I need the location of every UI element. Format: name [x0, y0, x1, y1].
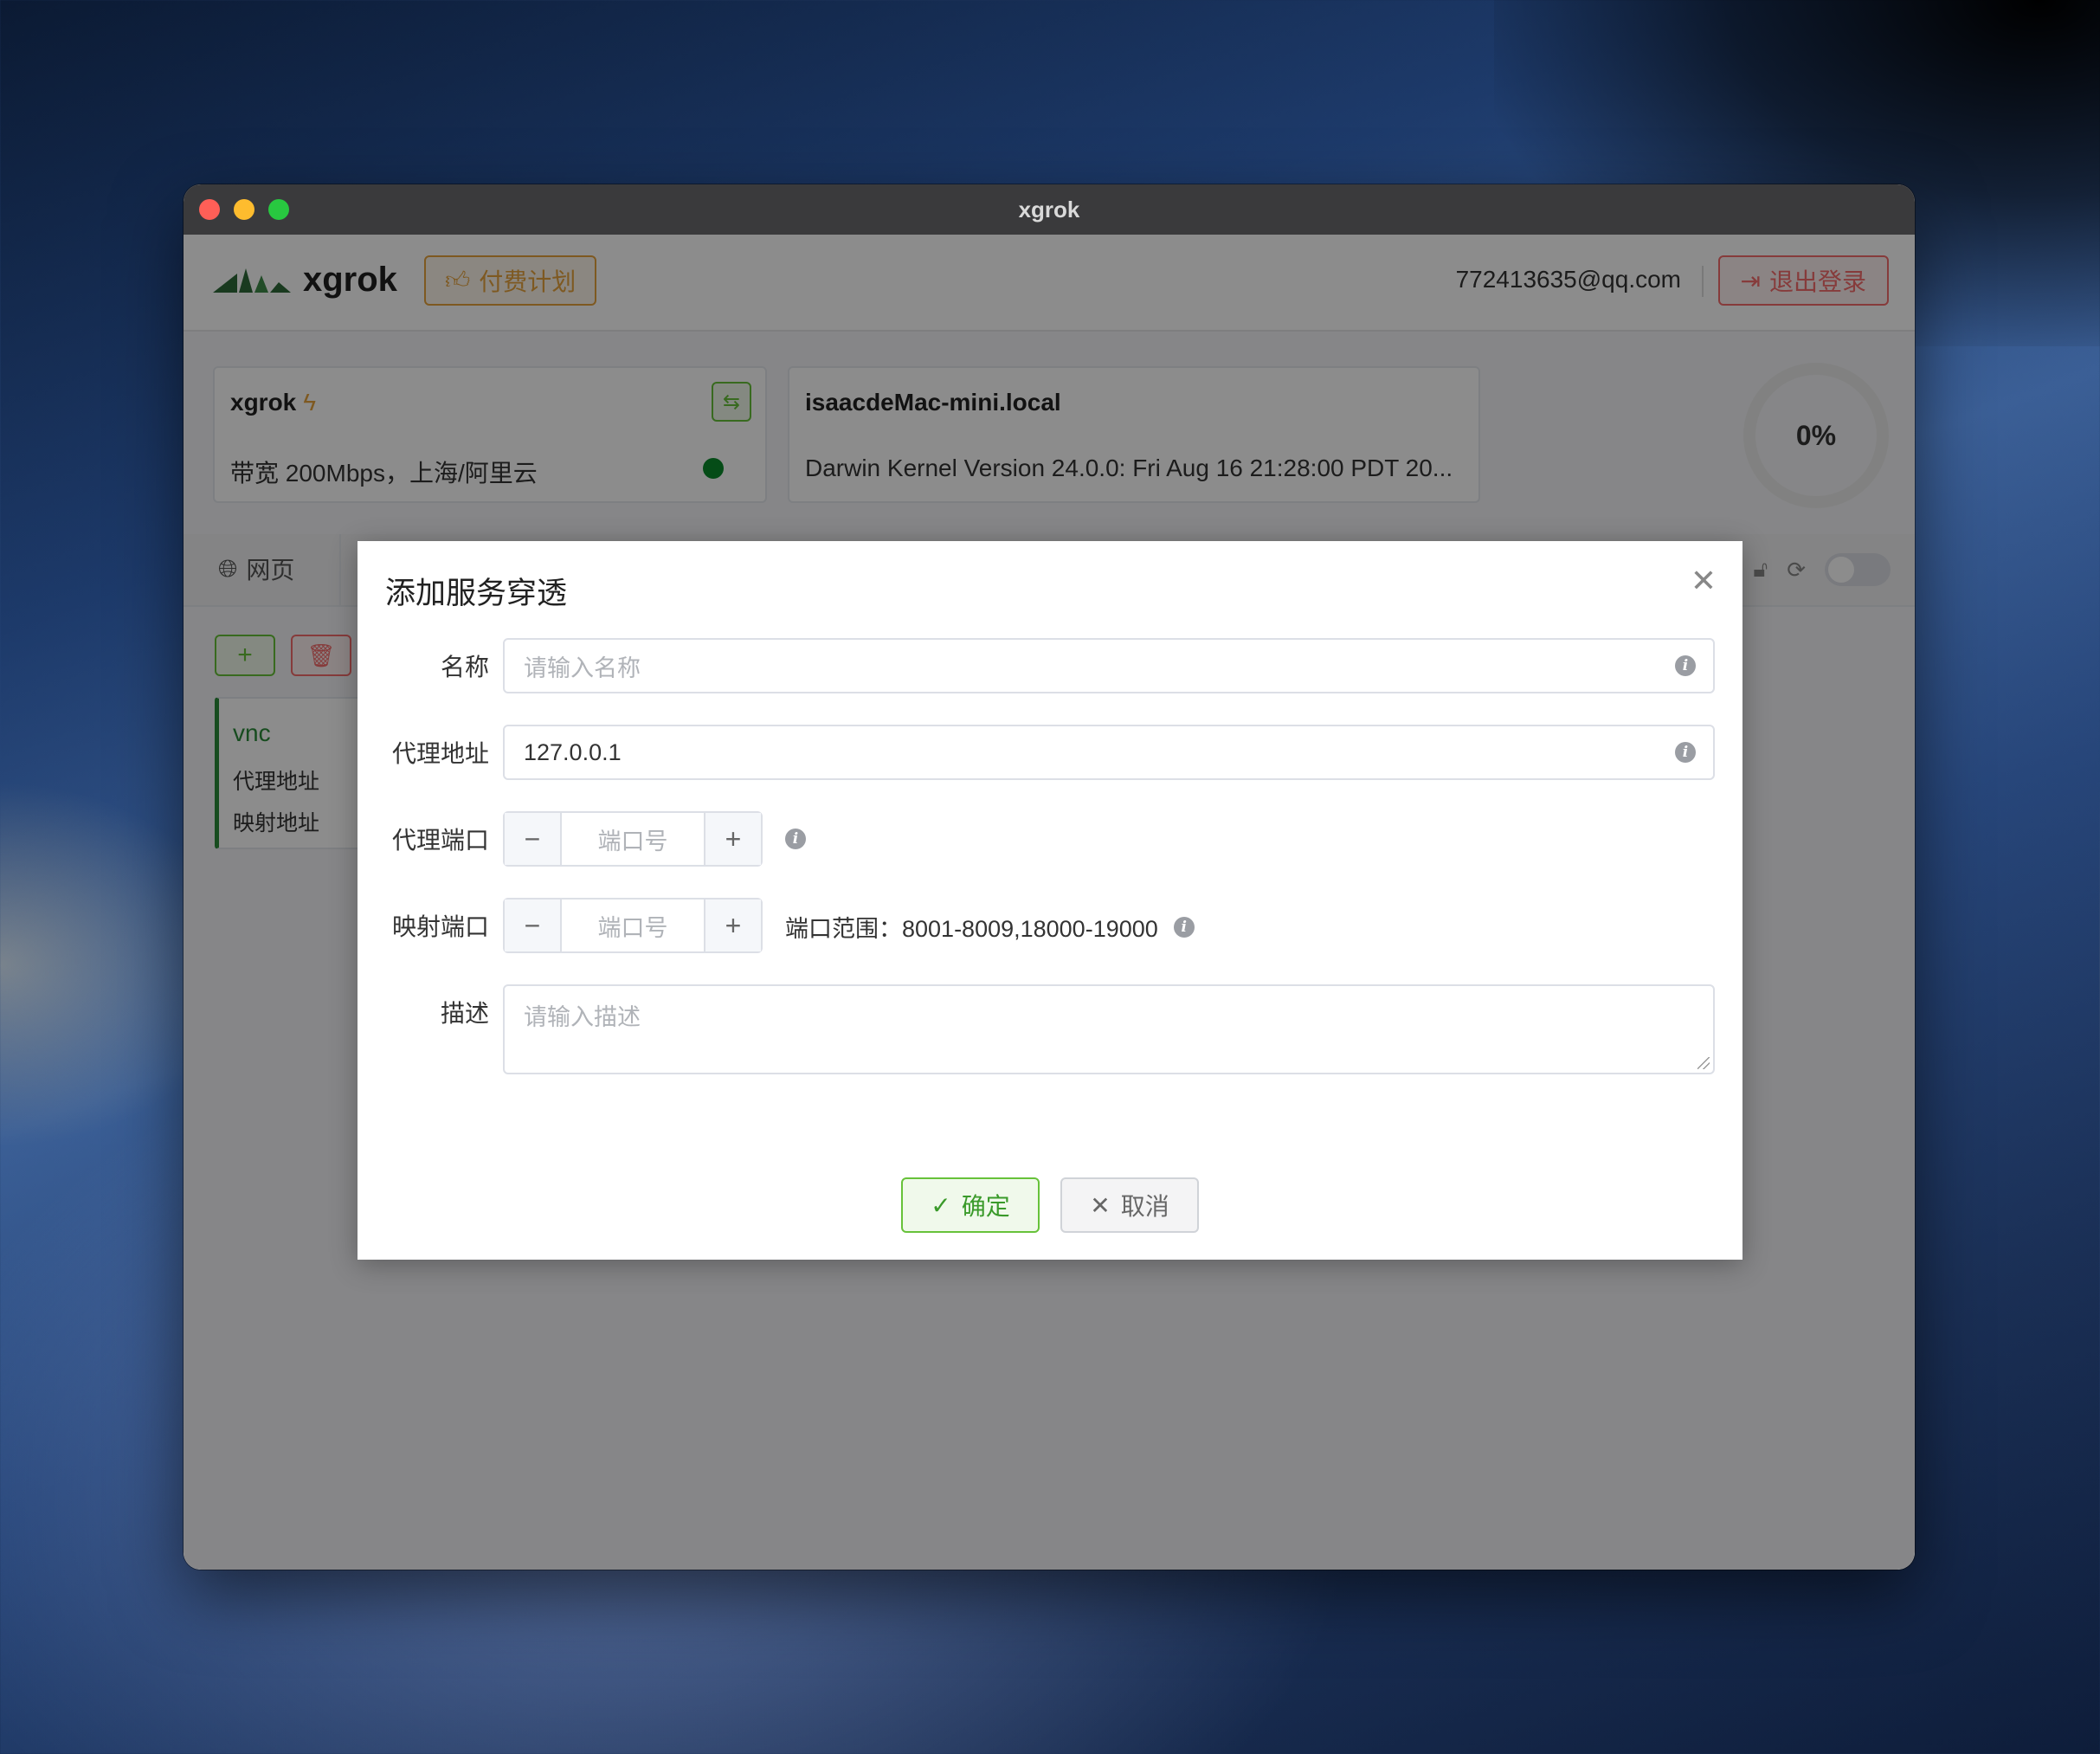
- name-placeholder: 请输入名称: [524, 655, 641, 681]
- info-icon: i: [785, 829, 806, 849]
- description-placeholder: 请输入描述: [524, 1004, 641, 1030]
- map-port-label: 映射端口: [391, 913, 489, 940]
- check-icon: ✓: [931, 1191, 951, 1219]
- window-title: xgrok: [1018, 197, 1080, 222]
- proxy-port-stepper: − 端口号 +: [503, 811, 763, 867]
- name-input[interactable]: 请输入名称 i: [503, 638, 1715, 693]
- cancel-button[interactable]: ✕ 取消: [1060, 1177, 1199, 1233]
- info-icon: i: [1173, 916, 1195, 938]
- resize-handle-icon[interactable]: [1697, 1057, 1710, 1069]
- proxy-port-label: 代理端口: [391, 827, 489, 854]
- proxy-port-decrement[interactable]: −: [505, 813, 562, 865]
- close-icon[interactable]: ✕: [1691, 565, 1717, 596]
- info-icon: i: [1675, 742, 1696, 763]
- add-service-dialog: 添加服务穿透 ✕ 名称 请输入名称 i 代理地址 127.0.0.1 i 代理端…: [358, 541, 1742, 1260]
- dialog-title: 添加服务穿透: [385, 577, 568, 610]
- proxy-address-label: 代理地址: [391, 740, 489, 767]
- proxy-port-input[interactable]: 端口号: [562, 813, 704, 865]
- title-bar: xgrok: [184, 184, 1915, 235]
- map-port-input[interactable]: 端口号: [562, 900, 704, 951]
- map-port-stepper: − 端口号 +: [503, 898, 763, 953]
- description-label: 描述: [440, 1000, 489, 1027]
- map-port-increment[interactable]: +: [704, 900, 761, 951]
- confirm-label: 确定: [961, 1193, 1010, 1220]
- proxy-port-increment[interactable]: +: [704, 813, 761, 865]
- proxy-address-value: 127.0.0.1: [524, 738, 622, 765]
- port-range-text: 端口范围：8001-8009,18000-19000: [785, 916, 1158, 942]
- confirm-button[interactable]: ✓ 确定: [901, 1177, 1040, 1233]
- description-textarea[interactable]: 请输入描述: [503, 984, 1715, 1074]
- port-range-hint: 端口范围：8001-8009,18000-19000 i: [785, 910, 1195, 944]
- name-label: 名称: [440, 654, 489, 680]
- proxy-address-input[interactable]: 127.0.0.1 i: [503, 725, 1715, 780]
- close-small-icon: ✕: [1090, 1191, 1111, 1219]
- cancel-label: 取消: [1120, 1193, 1169, 1220]
- map-port-decrement[interactable]: −: [505, 900, 562, 951]
- info-icon: i: [1675, 655, 1696, 676]
